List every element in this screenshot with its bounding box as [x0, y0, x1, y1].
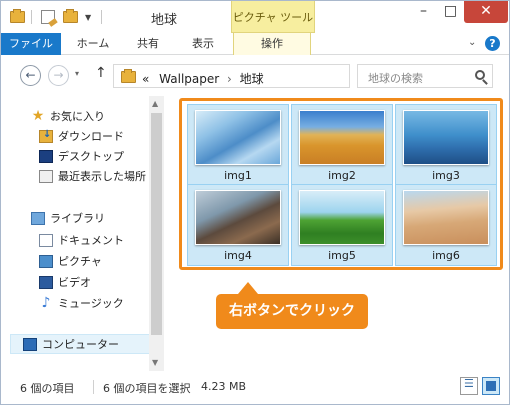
- image-thumbnail: [299, 110, 385, 165]
- window-title: 地球: [151, 13, 178, 28]
- address-bar[interactable]: « Wallpaper › 地球 ▾ ↻: [113, 64, 448, 88]
- up-button[interactable]: ↑: [95, 65, 107, 81]
- forward-button[interactable]: →: [48, 65, 69, 86]
- close-button[interactable]: ✕: [464, 1, 508, 23]
- file-item-img6[interactable]: img6: [395, 184, 497, 266]
- nav-scrollbar[interactable]: ▲ ▼: [149, 96, 164, 371]
- nav-favorites[interactable]: ★ お気に入り: [31, 106, 105, 126]
- nav-pictures[interactable]: ピクチャ: [39, 251, 102, 271]
- nav-libraries[interactable]: ライブラリ: [31, 208, 105, 228]
- nav-label: ピクチャ: [58, 255, 102, 268]
- large-icons-view-icon[interactable]: [482, 377, 500, 395]
- tab-file[interactable]: ファイル: [1, 33, 61, 55]
- selected-size: 4.23 MB: [201, 380, 247, 393]
- selected-count: 6 個の項目を選択: [103, 382, 191, 395]
- image-thumbnail: [299, 190, 385, 245]
- nav-label: ミュージック: [58, 297, 124, 310]
- nav-computer[interactable]: コンピューター: [23, 334, 119, 354]
- status-divider: [93, 380, 94, 394]
- image-thumbnail: [403, 110, 489, 165]
- customize-toolbar-icon[interactable]: ▼: [85, 8, 91, 26]
- computer-icon: [23, 337, 37, 351]
- title-bar: ▼ 地球 ピクチャ ツール – □ ✕: [1, 1, 509, 33]
- file-name: img2: [328, 169, 356, 182]
- nav-label: ライブラリ: [50, 212, 105, 225]
- tab-share[interactable]: 共有: [127, 33, 169, 55]
- help-icon[interactable]: ?: [485, 36, 500, 51]
- nav-documents[interactable]: ドキュメント: [39, 230, 124, 250]
- new-folder-icon[interactable]: [63, 8, 78, 26]
- star-icon: ★: [31, 107, 45, 124]
- file-name: img6: [432, 249, 460, 262]
- file-view: img1 img2 img3 img4 img5 img6 右ボタンでクリック: [164, 96, 509, 371]
- nav-downloads[interactable]: ダウンロード: [39, 126, 124, 146]
- tab-manage[interactable]: 操作: [233, 33, 311, 55]
- nav-recent-places[interactable]: 最近表示した場所: [39, 166, 146, 186]
- navigation-pane: ★ お気に入り ダウンロード デスクトップ 最近表示した場所 ライブラリ ドキュ…: [1, 96, 164, 371]
- details-view-icon[interactable]: [460, 377, 478, 395]
- tab-home[interactable]: ホーム: [67, 33, 119, 55]
- search-placeholder: 地球の検索: [368, 72, 423, 85]
- library-icon: [31, 211, 45, 225]
- image-thumbnail: [403, 190, 489, 245]
- properties-icon[interactable]: [41, 8, 55, 26]
- quick-access-separator: [31, 8, 32, 26]
- nav-label: お気に入り: [50, 110, 105, 123]
- scroll-down-icon[interactable]: ▼: [152, 358, 158, 367]
- item-count: 6 個の項目: [20, 382, 75, 395]
- file-name: img4: [224, 249, 252, 262]
- nav-label: ダウンロード: [58, 130, 124, 143]
- scrollbar-thumb[interactable]: [151, 113, 162, 335]
- navigation-bar: ← → ▾ ↑ « Wallpaper › 地球 ▾ ↻ 地球の検索: [1, 56, 509, 96]
- nav-music[interactable]: ♪ ミュージック: [39, 293, 124, 313]
- recent-places-icon: [39, 169, 53, 183]
- quick-access-folder-icon[interactable]: [10, 8, 25, 26]
- breadcrumb-wallpaper[interactable]: Wallpaper: [159, 72, 219, 86]
- scroll-up-icon[interactable]: ▲: [152, 99, 158, 108]
- file-item-img2[interactable]: img2: [291, 104, 393, 186]
- picture-tools-contextual-tab: ピクチャ ツール: [231, 1, 315, 33]
- pictures-icon: [39, 254, 53, 268]
- image-thumbnail: [195, 190, 281, 245]
- file-name: img3: [432, 169, 460, 182]
- folder-icon: [121, 69, 136, 83]
- nav-label: ビデオ: [58, 276, 91, 289]
- file-item-img5[interactable]: img5: [291, 184, 393, 266]
- tab-view[interactable]: 表示: [177, 33, 229, 55]
- breadcrumb-separator-icon[interactable]: ›: [227, 72, 232, 86]
- breadcrumb-current[interactable]: 地球: [240, 72, 264, 86]
- nav-desktop[interactable]: デスクトップ: [39, 146, 124, 166]
- nav-label: デスクトップ: [58, 150, 124, 163]
- desktop-icon: [39, 149, 53, 163]
- status-bar: 6 個の項目 6 個の項目を選択 4.23 MB: [1, 371, 509, 404]
- file-item-img1[interactable]: img1: [187, 104, 289, 186]
- recent-locations-dropdown-icon[interactable]: ▾: [75, 69, 79, 78]
- nav-label: ドキュメント: [58, 234, 124, 247]
- quick-access-separator: [101, 8, 102, 26]
- file-item-img4[interactable]: img4: [187, 184, 289, 266]
- file-name: img5: [328, 249, 356, 262]
- file-name: img1: [224, 169, 252, 182]
- instruction-callout: 右ボタンでクリック: [216, 282, 368, 329]
- ribbon-tabs: ファイル ホーム 共有 表示 操作 ⌄ ?: [1, 33, 509, 55]
- search-input[interactable]: 地球の検索: [357, 64, 493, 88]
- ribbon-expand-icon[interactable]: ⌄: [468, 37, 476, 48]
- back-button[interactable]: ←: [20, 65, 41, 86]
- file-item-img3[interactable]: img3: [395, 104, 497, 186]
- breadcrumb-overflow[interactable]: «: [142, 72, 149, 86]
- image-thumbnail: [195, 110, 281, 165]
- nav-label: 最近表示した場所: [58, 170, 146, 183]
- nav-videos[interactable]: ビデオ: [39, 272, 91, 292]
- maximize-button[interactable]: □: [437, 1, 464, 23]
- search-icon[interactable]: [475, 70, 485, 80]
- minimize-button[interactable]: –: [410, 1, 437, 23]
- downloads-folder-icon: [39, 129, 53, 143]
- explorer-window: ▼ 地球 ピクチャ ツール – □ ✕ ファイル ホーム 共有 表示 操作 ⌄ …: [0, 0, 510, 405]
- videos-icon: [39, 275, 53, 289]
- music-icon: ♪: [41, 294, 51, 311]
- documents-icon: [39, 233, 53, 247]
- nav-label: コンピューター: [42, 338, 119, 351]
